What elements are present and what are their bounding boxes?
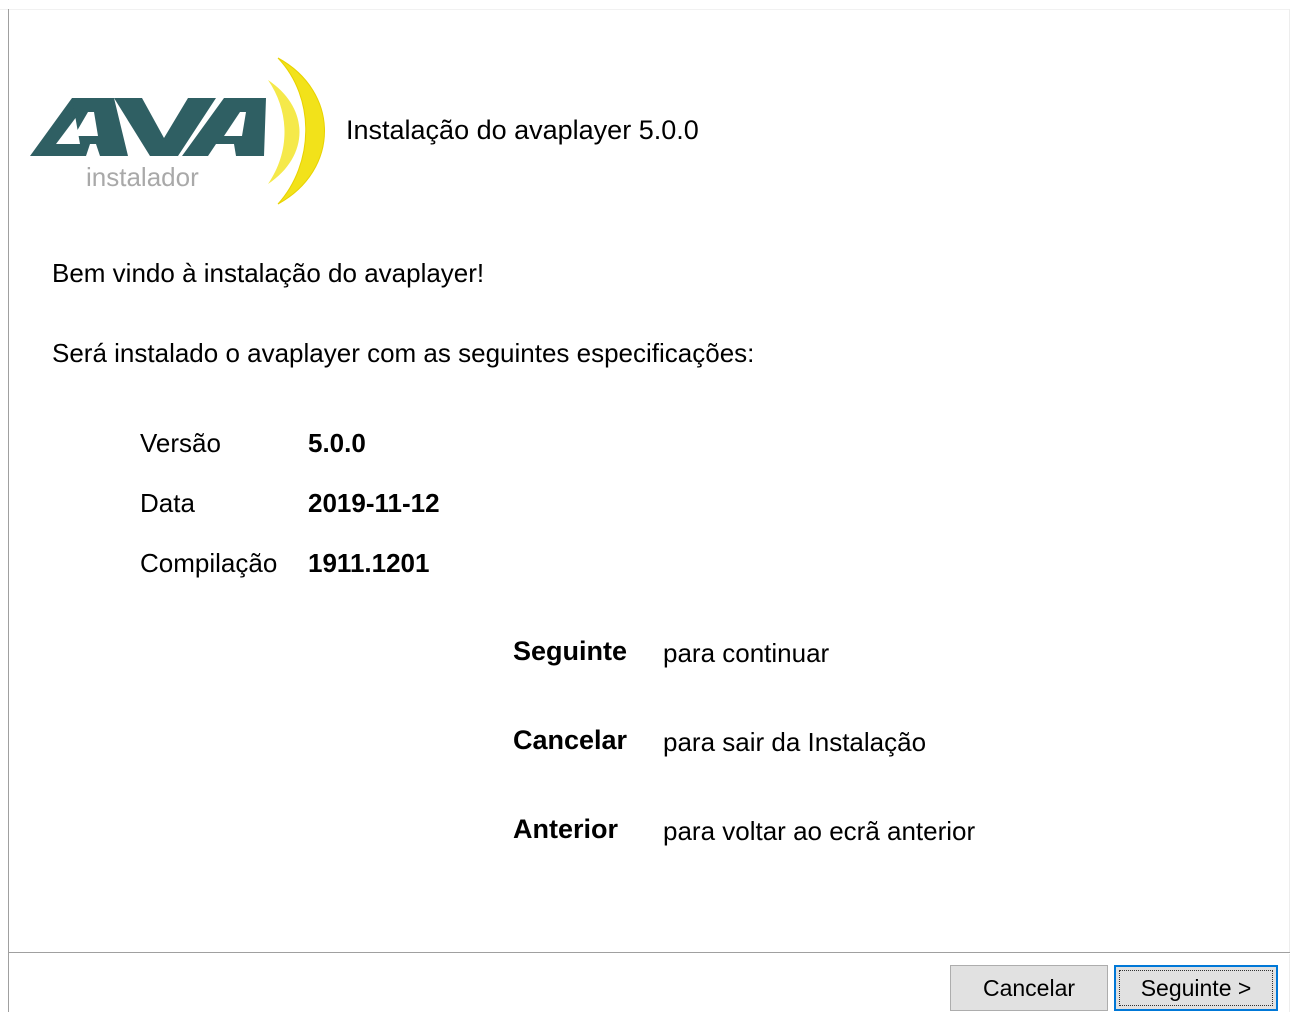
hint-row-next: Seguinte para continuar [513,636,1213,672]
ava-installer-logo: instalador [28,52,338,208]
spec-label: Data [140,488,195,518]
spec-label: Versão [140,428,221,458]
spec-row-version: Versão 5.0.0 [140,428,740,462]
hint-text: para voltar ao ecrã anterior [663,816,976,846]
specifications-intro: Será instalado o avaplayer com as seguin… [52,338,755,368]
hint-row-previous: Anterior para voltar ao ecrã anterior [513,814,1213,850]
installer-window: instalador Instalação do avaplayer 5.0.0… [0,0,1290,1012]
hint-key: Cancelar [513,725,628,755]
welcome-text: Bem vindo à instalação do avaplayer! [52,258,485,288]
spec-row-date: Data 2019-11-12 [140,488,740,522]
next-button-label: Seguinte > [1140,975,1252,1001]
spec-value: 2019-11-12 [308,488,440,518]
cancel-button[interactable]: Cancelar [950,965,1108,1011]
hint-text: para sair da Instalação [663,727,927,757]
logo-subtext: instalador [86,162,199,192]
hint-key: Seguinte [513,636,628,666]
next-button[interactable]: Seguinte > [1114,965,1278,1011]
window-left-border [8,9,9,1012]
spec-row-build: Compilação 1911.1201 [140,548,740,582]
footer-divider-highlight [9,953,1290,954]
spec-label: Compilação [140,548,278,578]
hint-text: para continuar [663,638,830,668]
spec-value: 1911.1201 [308,548,430,578]
window-top-strip [0,0,1290,10]
spec-value: 5.0.0 [308,428,366,458]
hint-row-cancel: Cancelar para sair da Instalação [513,725,1213,761]
hint-key: Anterior [513,814,619,844]
page-title: Instalação do avaplayer 5.0.0 [346,115,699,145]
